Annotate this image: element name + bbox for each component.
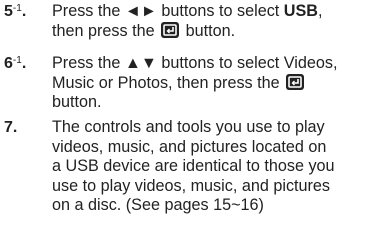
step-number-suffix: . <box>21 55 27 72</box>
step-text-line: The controls and tools you use to play <box>52 118 325 136</box>
step-text-line: on a disc. (See pages 15~16) <box>52 196 264 215</box>
step-number: 7. <box>4 119 18 136</box>
step-number-superscript: -1 <box>12 3 22 14</box>
step-text-line: a USB device are identical to those you <box>52 157 335 176</box>
step-text: Press the ▲▼ buttons to select Videos, Mu… <box>52 54 356 113</box>
step-text-part: Music or Photos, then press the <box>52 73 280 92</box>
enter-icon <box>286 73 305 90</box>
enter-icon <box>161 21 180 38</box>
step-text-line: use to play videos, music, and pictures <box>52 176 331 195</box>
step-text-part: button. <box>185 21 236 40</box>
step-text-part: then press the <box>52 21 155 40</box>
step-number-suffix: . <box>21 3 27 20</box>
step-text: The controls and tools you use to play v… <box>52 118 356 216</box>
instruction-page: 5-1. Press the ◄► buttons to select USB,… <box>0 0 372 241</box>
step-number-main: 6 <box>4 55 13 72</box>
step-text-part: Press the ▲▼ buttons to select Videos, <box>52 54 338 72</box>
step-number: 5-1. <box>4 2 26 22</box>
step-text-part: , <box>317 2 323 20</box>
step-text: Press the ◄► buttons to select USB, then … <box>52 2 356 41</box>
usb-bold-label: USB <box>283 2 318 20</box>
step-text-part: button. <box>52 93 102 112</box>
step-number-superscript: -1 <box>12 55 22 66</box>
step-number: 6-1. <box>4 54 26 74</box>
step-text-part: Press the ◄► buttons to select <box>52 2 284 20</box>
step-text-line: videos, music, and pictures located on <box>52 137 327 156</box>
step-number-main: 5 <box>4 3 13 20</box>
